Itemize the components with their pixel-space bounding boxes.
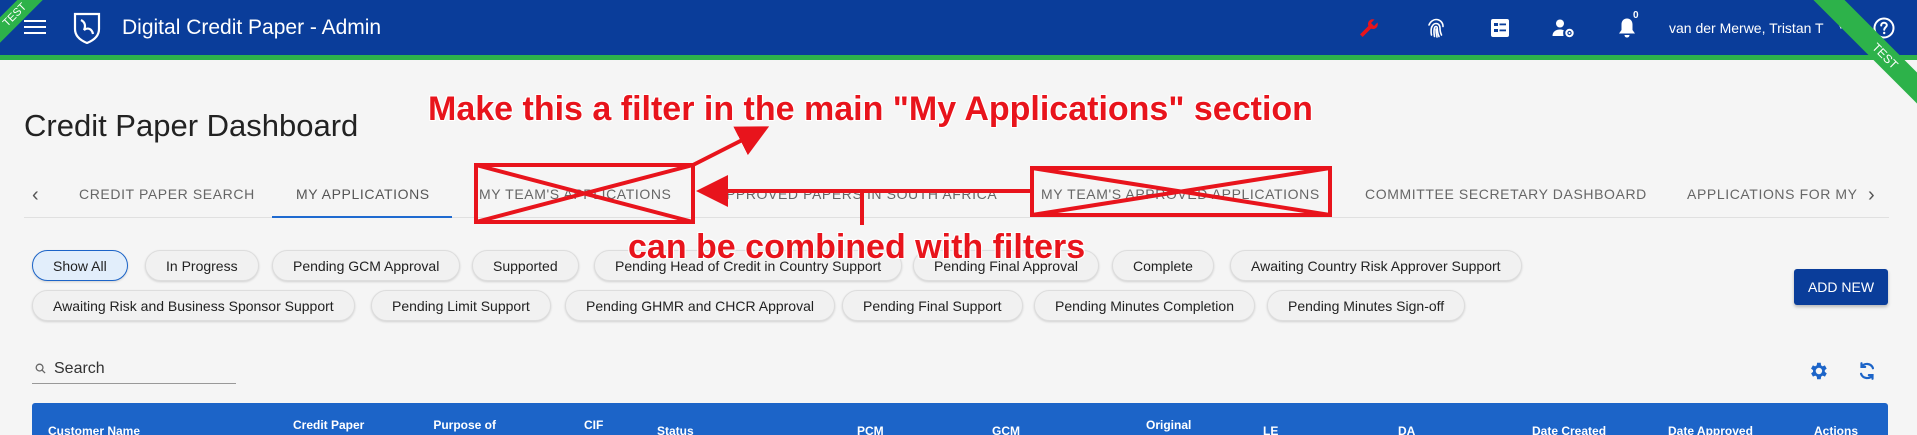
search-input[interactable] [54,356,230,382]
tab-my-teams-approved-applications[interactable]: MY TEAM'S APPROVED APPLICATIONS [1041,186,1320,202]
page-title: Credit Paper Dashboard [24,108,359,143]
tab-credit-paper-search[interactable]: CREDIT PAPER SEARCH [79,186,255,202]
filter-chip[interactable]: Pending GCM Approval [272,250,461,281]
column-pcm[interactable]: PCM [857,424,884,435]
annotation-top-note: Make this a filter in the main "My Appli… [428,90,1314,129]
column-status[interactable]: Status [657,424,694,435]
gear-icon[interactable] [1807,360,1829,382]
column-purpose[interactable]: Purpose of Application [432,417,497,435]
notification-count: 0 [1633,10,1639,21]
user-settings-icon[interactable] [1551,16,1575,40]
tab-my-teams-applications[interactable]: MY TEAM'S APPLICATIONS [479,186,671,202]
arrow-to-top-note [692,126,770,167]
filter-chip[interactable]: Pending GHMR and CHCR Approval [565,290,835,321]
column-cif-number[interactable]: CIF Number [571,417,616,435]
menu-icon[interactable] [24,16,46,38]
column-customer-name[interactable]: Customer Name [48,424,140,435]
report-icon[interactable] [1488,16,1512,40]
column-le[interactable]: LE [1263,424,1278,435]
column-date-approved[interactable]: Date Approved [1668,424,1753,435]
annotation-middle-note: can be combined with filters [627,228,1086,267]
filter-chip[interactable]: Complete [1112,250,1214,281]
tab-applications-for-my[interactable]: APPLICATIONS FOR MY I [1687,186,1866,202]
tab-my-applications[interactable]: MY APPLICATIONS [296,186,430,202]
fingerprint-icon[interactable] [1424,16,1448,40]
filter-chip[interactable]: Pending Final Support [842,290,1023,321]
filter-chip[interactable]: Show All [32,250,128,281]
tab-committee-secretary-dashboard[interactable]: COMMITTEE SECRETARY DASHBOARD [1365,186,1647,202]
tab-bar: ‹ CREDIT PAPER SEARCH MY APPLICATIONS MY… [24,174,1889,218]
column-original-credit[interactable]: Original Credit [1146,417,1191,435]
filter-chip[interactable]: Pending Limit Support [371,290,551,321]
chevron-left-icon[interactable]: ‹ [32,184,39,207]
filter-chip[interactable]: In Progress [145,250,259,281]
add-new-button[interactable]: ADD NEW [1794,269,1888,305]
user-name[interactable]: van der Merwe, Tristan T [1669,20,1824,36]
active-tab-indicator [272,216,452,218]
table-header: Customer Name Credit Paper T Purpose of … [32,403,1888,435]
search-field [32,354,236,384]
app-title: Digital Credit Paper - Admin [122,16,382,39]
column-date-created[interactable]: Date Created [1532,424,1606,435]
filter-chip[interactable]: Awaiting Risk and Business Sponsor Suppo… [32,290,355,321]
tab-approved-papers-south-africa[interactable]: APPROVED PAPERS IN SOUTH AFRICA [716,186,997,202]
filter-chip[interactable]: Pending Minutes Sign-off [1267,290,1466,321]
header-accent-stripe [0,55,1917,60]
wrench-icon[interactable] [1357,16,1381,40]
refresh-icon[interactable] [1856,360,1878,382]
filter-chip[interactable]: Awaiting Country Risk Approver Support [1230,250,1522,281]
chevron-right-icon[interactable]: › [1868,184,1875,207]
filter-chip[interactable]: Supported [472,250,579,281]
column-gcm[interactable]: GCM [992,424,1020,435]
filter-chip[interactable]: Pending Minutes Completion [1034,290,1255,321]
search-icon [35,363,46,374]
column-da[interactable]: DA [1398,424,1415,435]
column-actions[interactable]: Actions [1814,424,1858,435]
column-credit-paper[interactable]: Credit Paper T [293,417,364,435]
logo[interactable] [72,12,102,44]
